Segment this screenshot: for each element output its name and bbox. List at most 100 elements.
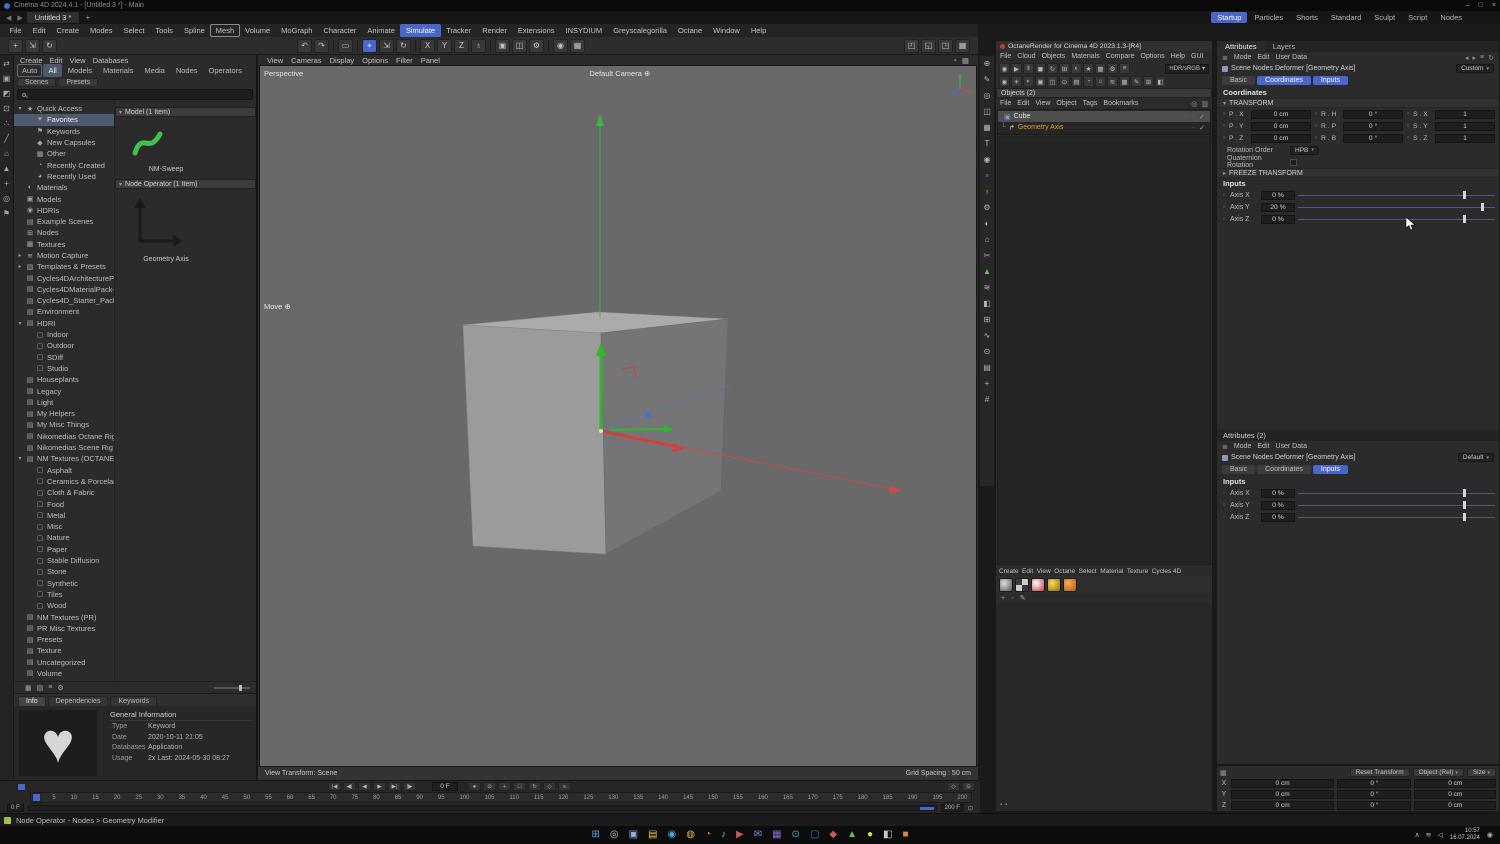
command-icon[interactable]: # — [985, 396, 989, 404]
enable-axis-icon[interactable]: + — [4, 180, 9, 188]
octane-menu-item[interactable]: Compare — [1106, 53, 1135, 60]
material-menu-item[interactable]: Edit — [1022, 568, 1033, 575]
record-rotation-button[interactable]: ↻ — [528, 782, 541, 791]
asset-section-header-model[interactable]: ▾ Model (1 Item) — [115, 107, 256, 117]
material-menu-item[interactable]: View — [1037, 568, 1051, 575]
workplane-mode-icon[interactable]: ⊡ — [3, 105, 10, 113]
category-item[interactable]: ▾ ▤ NM Textures (OCTANE) — [14, 453, 114, 464]
asset-filter-tab[interactable]: Nodes — [171, 64, 203, 77]
corner-icon[interactable]: ▪ — [1005, 802, 1007, 808]
material-menu-item[interactable]: Material — [1100, 568, 1123, 575]
category-item[interactable]: ▢ Food — [14, 498, 114, 509]
rotation-field[interactable]: 0 ° — [1343, 121, 1403, 131]
app-icon-5[interactable]: ⊙ — [792, 830, 800, 840]
attribute-group-tab[interactable]: Inputs — [1312, 76, 1348, 85]
menu-item[interactable]: Modes — [85, 24, 119, 37]
category-item[interactable]: ◐ Materials — [14, 182, 114, 193]
timeline-marker[interactable] — [17, 782, 26, 791]
layout-tab[interactable]: Sculpt — [1368, 12, 1401, 23]
menu-item[interactable]: Simulate — [400, 24, 441, 37]
category-item[interactable]: ▢ Paper — [14, 544, 114, 555]
category-item[interactable]: ⊞ Nodes — [14, 227, 114, 238]
menu-item[interactable]: Extensions — [512, 24, 560, 37]
prev-key-button[interactable]: ◀| — [343, 782, 356, 791]
octane-tool-icon[interactable]: ◫ — [1047, 76, 1058, 87]
list-view-icon[interactable]: ▤ — [37, 684, 44, 692]
octane-menu-item[interactable]: Objects — [1042, 53, 1066, 60]
record-scale-button[interactable]: □ — [513, 782, 526, 791]
redo-button[interactable]: ↷ — [314, 38, 329, 53]
asset-filter-tab[interactable]: Media — [139, 64, 169, 77]
octane-tool-icon[interactable]: ⚙ — [1107, 63, 1118, 74]
camera-label[interactable]: Default Camera ⊕ — [589, 69, 650, 78]
colorspace-select[interactable]: HDR/sRGB ▾ — [1165, 63, 1209, 74]
category-item[interactable]: ▢ Asphalt — [14, 465, 114, 476]
keyframe-selection-icon[interactable]: ⊙ — [962, 782, 975, 791]
keyframe-dot-icon[interactable]: ○ — [1221, 123, 1227, 129]
axis-slider[interactable] — [1298, 203, 1495, 211]
key-interpolation-icon[interactable]: ◇ — [947, 782, 960, 791]
simulate-button[interactable]: ◉ — [553, 38, 568, 53]
toolbar-button[interactable] — [490, 39, 491, 52]
octane-tool-icon[interactable]: ◉ — [999, 76, 1010, 87]
app-icon-9[interactable]: ● — [867, 830, 873, 840]
undo-button[interactable]: ↶ — [297, 38, 312, 53]
axis-slider[interactable] — [1298, 489, 1495, 497]
category-item[interactable]: ▢ Studio — [14, 363, 114, 374]
info-tab[interactable]: Info — [18, 696, 46, 706]
command-icon[interactable]: ⊕ — [984, 60, 991, 68]
category-item[interactable]: ▤ Light — [14, 397, 114, 408]
rotate-tool-small[interactable]: ↻ — [42, 38, 57, 53]
axis-value-field[interactable]: 20 % — [1261, 202, 1295, 212]
octane-tool-icon[interactable]: ◉ — [999, 63, 1010, 74]
menu-item[interactable]: Render — [477, 24, 513, 37]
asset-section-header-node-operator[interactable]: ▾ Node Operator (1 Item) — [115, 179, 256, 189]
category-item[interactable]: ▤ PR Misc Textures — [14, 623, 114, 634]
command-icon[interactable]: ▤ — [983, 364, 991, 372]
layout-tab[interactable]: Script — [1402, 12, 1433, 23]
octane-tool-icon[interactable]: ◐ — [1023, 76, 1034, 87]
category-item[interactable]: ▤ Nikomedias Octane Rig Pro — [14, 431, 114, 442]
rotation-order-select[interactable]: HPB ▾ — [1290, 145, 1319, 155]
info-section-header[interactable]: General Information — [110, 710, 252, 721]
info-tab[interactable]: Dependencies — [47, 696, 109, 706]
category-item[interactable]: ▤ My Misc Things — [14, 419, 114, 430]
app-icon-3[interactable]: ✉ — [754, 830, 762, 840]
category-item[interactable]: ▢ SDiff — [14, 352, 114, 363]
keyframe-dot-icon[interactable]: ○ — [1221, 502, 1227, 508]
enabled-check-icon[interactable]: ✓ — [1199, 113, 1205, 121]
nav-forward-icon[interactable]: ▶ — [15, 14, 24, 22]
command-icon[interactable]: ▫ — [986, 172, 989, 180]
asset-item-geometry-axis[interactable]: Geometry Axis — [115, 197, 256, 263]
command-icon[interactable]: ◎ — [984, 92, 991, 100]
menu-item[interactable]: Character — [318, 24, 362, 37]
menu-item[interactable]: Mesh — [210, 24, 240, 37]
lock-z-axis-button[interactable]: Z — [454, 38, 469, 53]
category-item[interactable]: ▦ Textures — [14, 239, 114, 250]
toolbar-button[interactable] — [357, 39, 358, 52]
scale-field[interactable]: 1 — [1435, 109, 1495, 119]
range-start-field[interactable]: 0 F — [7, 804, 24, 812]
viewport-menu-item[interactable]: Options — [362, 56, 388, 65]
attributes2-titlebar[interactable]: Attributes (2) — [1217, 430, 1499, 441]
size-field[interactable]: 0 cm — [1414, 801, 1496, 810]
octane-tool-icon[interactable]: ≋ — [1107, 76, 1118, 87]
attribute-group-tab[interactable]: Inputs — [1312, 465, 1348, 474]
coordinates-grid-icon[interactable]: ▦ — [1220, 769, 1227, 777]
keyframe-dot-icon[interactable]: ○ — [1221, 192, 1227, 198]
panel-tab[interactable]: Attributes — [1217, 41, 1265, 52]
menu-item[interactable]: File — [4, 24, 27, 37]
asset-filter-tab[interactable]: Materials — [98, 64, 138, 77]
category-item[interactable]: ▸ ▧ Templates & Presets — [14, 261, 114, 272]
category-item[interactable]: ▾ ★ Quick Access — [14, 103, 114, 114]
viewport-menu-item[interactable]: Display — [330, 56, 355, 65]
octane-tool-icon[interactable]: ▤ — [1071, 76, 1082, 87]
edit-material-icon[interactable]: ✎ — [1020, 594, 1026, 602]
category-item[interactable]: ▢ Outdoor — [14, 340, 114, 351]
view-label[interactable]: Perspective — [264, 69, 303, 78]
command-icon[interactable]: ◐ — [985, 220, 990, 228]
octane-tool-icon[interactable]: ▦ — [1119, 76, 1130, 87]
keyframe-dot-icon[interactable]: ○ — [1405, 135, 1411, 141]
menu-item[interactable]: INSYDIUM — [560, 24, 608, 37]
keyframe-dot-icon[interactable]: ○ — [1221, 514, 1227, 520]
